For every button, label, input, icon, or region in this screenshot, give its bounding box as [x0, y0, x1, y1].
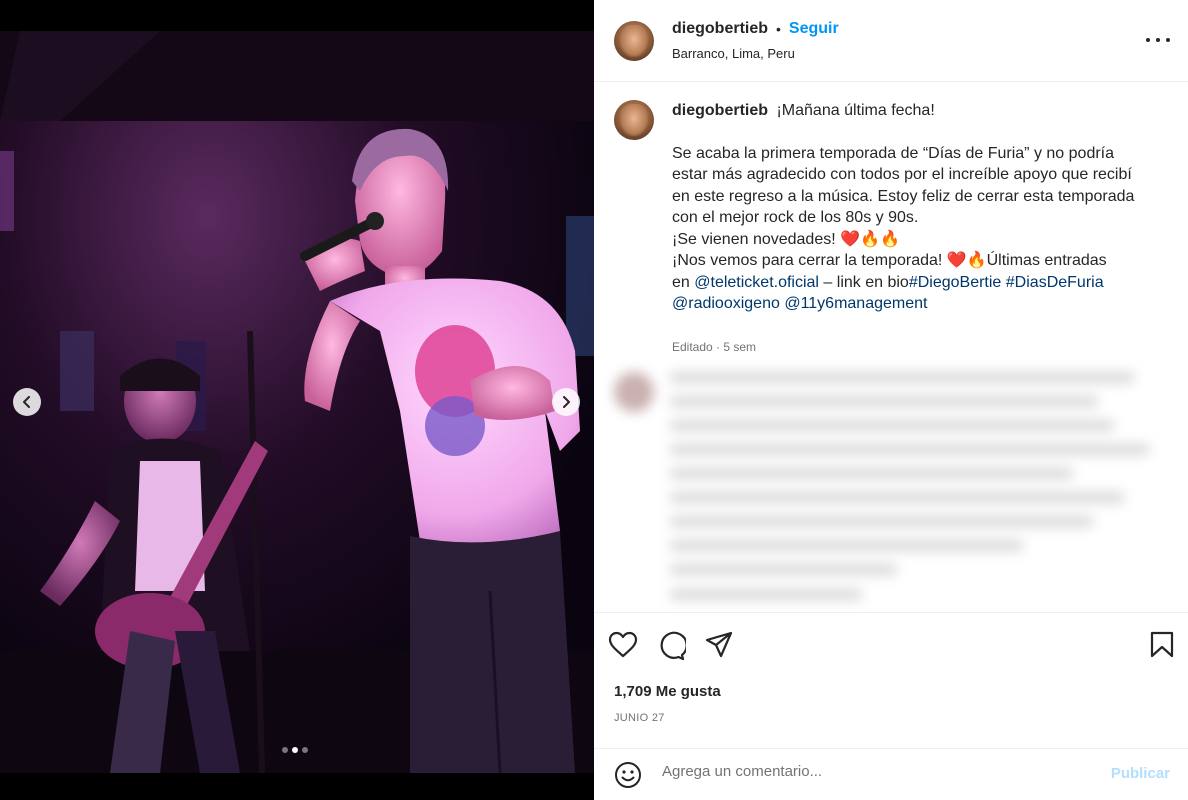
- author-avatar[interactable]: [614, 20, 654, 61]
- mention-radiooxigeno[interactable]: @radiooxigeno: [672, 295, 780, 312]
- caption-line: ¡Nos vemos para cerrar la temporada! ❤️🔥…: [672, 252, 1107, 269]
- hashtag-diasdefuria[interactable]: #DiasDeFuria: [1006, 274, 1104, 291]
- separator-dot: •: [776, 21, 781, 37]
- previous-slide-button[interactable]: [13, 388, 41, 416]
- caption-line: @radiooxigeno @11y6management: [672, 293, 1142, 315]
- post-location[interactable]: Barranco, Lima, Peru: [672, 46, 839, 61]
- caption-body: Se acaba la primera temporada de “Días d…: [672, 143, 1142, 315]
- caption-text: en: [672, 273, 695, 291]
- post-side-panel: diegobertieb • Seguir Barranco, Lima, Pe…: [594, 0, 1188, 800]
- mention-teleticket[interactable]: @teleticket.oficial: [694, 274, 819, 291]
- share-icon[interactable]: [704, 631, 734, 664]
- caption-line: Se acaba la primera temporada de “Días d…: [672, 144, 1115, 162]
- concert-photo: [0, 31, 594, 773]
- carousel-indicator: [282, 747, 308, 753]
- caption-first-line: ¡Mañana última fecha!: [776, 102, 935, 119]
- caption-avatar[interactable]: [614, 100, 654, 140]
- carousel-dot: [302, 747, 308, 753]
- like-icon[interactable]: [608, 631, 638, 664]
- caption-line: con el mejor rock de los 80s y 90s.: [672, 209, 919, 226]
- post-actions: 1,709 Me gusta JUNIO 27 Publicar: [594, 612, 1188, 800]
- next-slide-button[interactable]: [552, 388, 580, 416]
- comment-input[interactable]: [662, 763, 1082, 780]
- follow-button[interactable]: Seguir: [789, 20, 839, 38]
- post-caption: diegobertieb ¡Mañana última fecha! Se ac…: [594, 82, 1188, 358]
- mention-11y6management[interactable]: @11y6management: [784, 295, 927, 312]
- caption-line: en este regreso a la música. Estoy feliz…: [672, 187, 1135, 205]
- caption-line: estar más agradecido con todos por el in…: [672, 166, 1132, 183]
- comment-bar: Publicar: [594, 748, 1188, 800]
- more-options-icon[interactable]: [1146, 30, 1170, 50]
- post-media: [0, 0, 594, 800]
- caption-meta: Editado · 5 sem: [672, 339, 757, 354]
- blurred-comment: [614, 372, 1174, 612]
- save-bookmark-icon[interactable]: [1150, 631, 1174, 664]
- carousel-dot: [282, 747, 288, 753]
- caption-username[interactable]: diegobertieb: [672, 102, 768, 119]
- publish-button[interactable]: Publicar: [1111, 765, 1170, 782]
- caption-line: en @teleticket.oficial – link en bio#Die…: [672, 272, 1142, 294]
- emoji-icon[interactable]: [614, 761, 642, 794]
- caption-text: – link en bio: [818, 273, 909, 291]
- post-header: diegobertieb • Seguir Barranco, Lima, Pe…: [594, 0, 1188, 82]
- chevron-left-icon: [23, 396, 30, 408]
- caption-line: ¡Se vienen novedades! ❤️🔥🔥: [672, 230, 900, 248]
- hashtag-diegobertie[interactable]: #DiegoBertie: [909, 274, 1002, 291]
- carousel-dot-active: [292, 747, 298, 753]
- post-date[interactable]: JUNIO 27: [614, 712, 665, 724]
- chevron-right-icon: [563, 396, 570, 408]
- comments-area: diegobertieb ¡Mañana última fecha! Se ac…: [594, 82, 1188, 612]
- author-username[interactable]: diegobertieb: [672, 20, 768, 38]
- comment-icon[interactable]: [656, 631, 688, 666]
- like-count[interactable]: 1,709 Me gusta: [614, 683, 721, 700]
